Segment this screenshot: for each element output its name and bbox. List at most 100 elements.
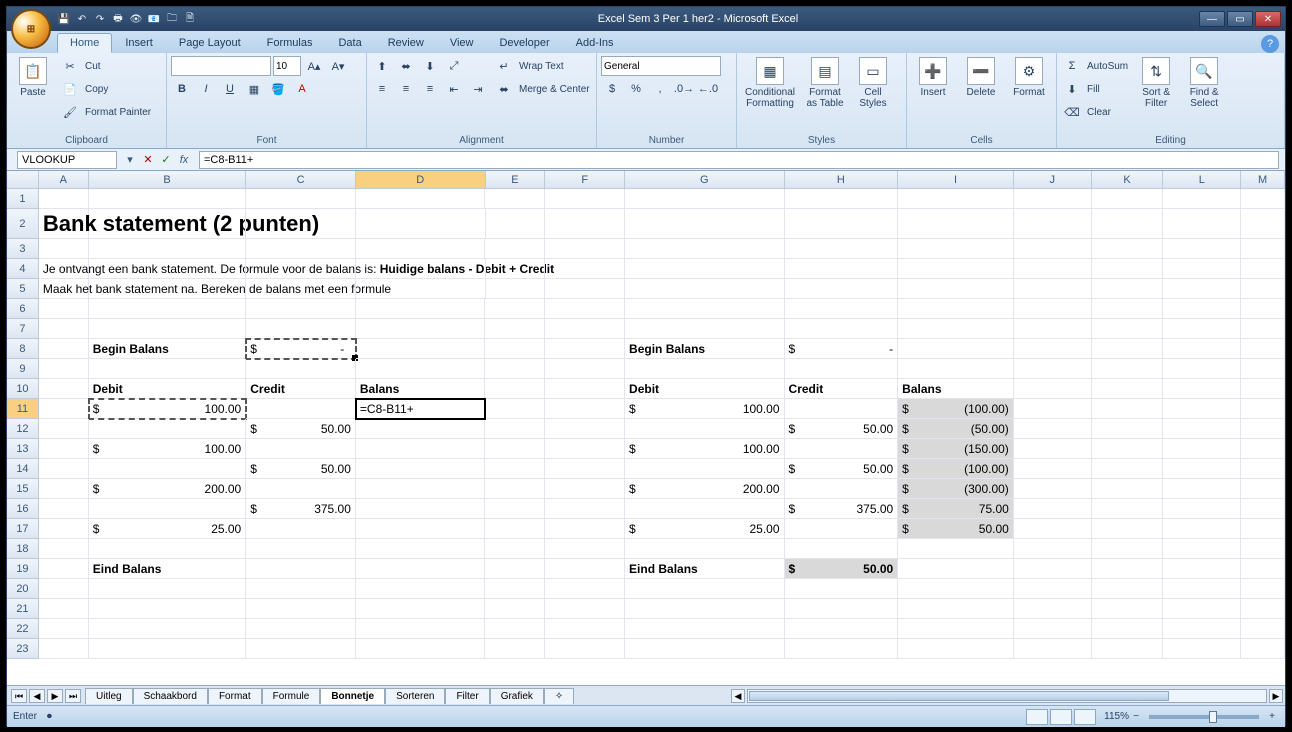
- cell-K19[interactable]: [1092, 559, 1164, 579]
- row-header-12[interactable]: 12: [7, 419, 39, 439]
- cell-A7[interactable]: [39, 319, 89, 339]
- cell-B17[interactable]: $25.00: [89, 519, 246, 539]
- row-header-5[interactable]: 5: [7, 279, 39, 299]
- cell-I14[interactable]: $(100.00): [898, 459, 1014, 479]
- cell-D12[interactable]: [356, 419, 486, 439]
- cell-D15[interactable]: [356, 479, 486, 499]
- cell-J3[interactable]: [1014, 239, 1092, 259]
- cell-L18[interactable]: [1163, 539, 1241, 559]
- qat-new-icon[interactable]: 🗎: [183, 12, 197, 26]
- cell-K13[interactable]: [1092, 439, 1164, 459]
- row-header-1[interactable]: 1: [7, 189, 39, 209]
- cell-H6[interactable]: [785, 299, 899, 319]
- cell-C15[interactable]: [246, 479, 356, 499]
- cell-G6[interactable]: [625, 299, 784, 319]
- qat-open-icon[interactable]: 🗀: [165, 12, 179, 26]
- row-header-13[interactable]: 13: [7, 439, 39, 459]
- cell-I7[interactable]: [898, 319, 1014, 339]
- col-header-M[interactable]: M: [1241, 171, 1285, 188]
- cell-M8[interactable]: [1241, 339, 1285, 359]
- row-header-21[interactable]: 21: [7, 599, 39, 619]
- office-button[interactable]: ⊞: [11, 9, 51, 49]
- zoom-slider[interactable]: [1149, 715, 1259, 719]
- cell-B21[interactable]: [89, 599, 246, 619]
- cell-B15[interactable]: $200.00: [89, 479, 246, 499]
- sort-filter-button[interactable]: ⇅Sort & Filter: [1134, 55, 1178, 111]
- cell-D23[interactable]: [356, 639, 486, 659]
- cell-E6[interactable]: [485, 299, 545, 319]
- cell-F21[interactable]: [545, 599, 625, 619]
- cell-H1[interactable]: [785, 189, 899, 209]
- cell-C2[interactable]: [246, 209, 356, 239]
- cell-B5[interactable]: [89, 279, 246, 299]
- namebox-dropdown-icon[interactable]: ▾: [121, 151, 139, 169]
- cell-D9[interactable]: [356, 359, 486, 379]
- cell-I5[interactable]: [898, 279, 1014, 299]
- cell-J6[interactable]: [1014, 299, 1092, 319]
- sheet-nav-first-icon[interactable]: ⏮: [11, 689, 27, 703]
- cell-H20[interactable]: [785, 579, 899, 599]
- cell-A21[interactable]: [39, 599, 89, 619]
- sheet-tab-uitleg[interactable]: Uitleg: [85, 688, 133, 704]
- cell-A10[interactable]: [39, 379, 89, 399]
- cell-A1[interactable]: [39, 189, 89, 209]
- cell-M19[interactable]: [1241, 559, 1285, 579]
- cell-H15[interactable]: [785, 479, 899, 499]
- cell-B20[interactable]: [89, 579, 246, 599]
- cell-M3[interactable]: [1241, 239, 1285, 259]
- sheet-tab-sorteren[interactable]: Sorteren: [385, 688, 445, 704]
- cell-H16[interactable]: $375.00: [785, 499, 899, 519]
- cell-H4[interactable]: [785, 259, 899, 279]
- clear-icon[interactable]: ⌫: [1061, 102, 1083, 122]
- cell-D20[interactable]: [356, 579, 486, 599]
- cell-E15[interactable]: [485, 479, 545, 499]
- sheet-tab-format[interactable]: Format: [208, 688, 262, 704]
- cell-D2[interactable]: [356, 209, 486, 239]
- cell-E17[interactable]: [485, 519, 545, 539]
- cell-J12[interactable]: [1014, 419, 1092, 439]
- cell-G17[interactable]: $25.00: [625, 519, 784, 539]
- cell-F2[interactable]: [545, 209, 625, 239]
- cell-J23[interactable]: [1014, 639, 1092, 659]
- cell-C21[interactable]: [246, 599, 356, 619]
- cell-M11[interactable]: [1241, 399, 1285, 419]
- cell-M14[interactable]: [1241, 459, 1285, 479]
- cell-I20[interactable]: [898, 579, 1014, 599]
- cell-A19[interactable]: [39, 559, 89, 579]
- cell-L9[interactable]: [1163, 359, 1241, 379]
- cell-L2[interactable]: [1163, 209, 1241, 239]
- zoom-in-icon[interactable]: +: [1265, 711, 1279, 722]
- cell-I18[interactable]: [898, 539, 1014, 559]
- cell-I2[interactable]: [898, 209, 1014, 239]
- row-header-18[interactable]: 18: [7, 539, 39, 559]
- cell-K9[interactable]: [1092, 359, 1164, 379]
- cell-B1[interactable]: [89, 189, 246, 209]
- cell-K2[interactable]: [1092, 209, 1164, 239]
- cell-L8[interactable]: [1163, 339, 1241, 359]
- sheet-tab-formule[interactable]: Formule: [262, 688, 321, 704]
- col-header-D[interactable]: D: [356, 171, 486, 188]
- cut-label[interactable]: Cut: [83, 61, 103, 72]
- align-top-icon[interactable]: ⬆: [371, 56, 393, 76]
- clear-label[interactable]: Clear: [1085, 107, 1113, 118]
- cell-B16[interactable]: [89, 499, 246, 519]
- horizontal-scrollbar[interactable]: [747, 689, 1267, 703]
- cell-K11[interactable]: [1092, 399, 1164, 419]
- cell-K8[interactable]: [1092, 339, 1164, 359]
- cell-F12[interactable]: [545, 419, 625, 439]
- cell-B18[interactable]: [89, 539, 246, 559]
- cell-D22[interactable]: [356, 619, 486, 639]
- cell-G11[interactable]: $100.00: [625, 399, 784, 419]
- cell-G19[interactable]: Eind Balans: [625, 559, 784, 579]
- row-header-3[interactable]: 3: [7, 239, 39, 259]
- cell-F10[interactable]: [545, 379, 625, 399]
- cell-E4[interactable]: [486, 259, 546, 279]
- cell-G22[interactable]: [625, 619, 784, 639]
- cell-F16[interactable]: [545, 499, 625, 519]
- row-header-16[interactable]: 16: [7, 499, 39, 519]
- paste-button[interactable]: 📋 Paste: [11, 55, 55, 100]
- cell-D17[interactable]: [356, 519, 486, 539]
- cell-E2[interactable]: [486, 209, 546, 239]
- cell-C12[interactable]: $50.00: [246, 419, 356, 439]
- tab-insert[interactable]: Insert: [112, 33, 166, 53]
